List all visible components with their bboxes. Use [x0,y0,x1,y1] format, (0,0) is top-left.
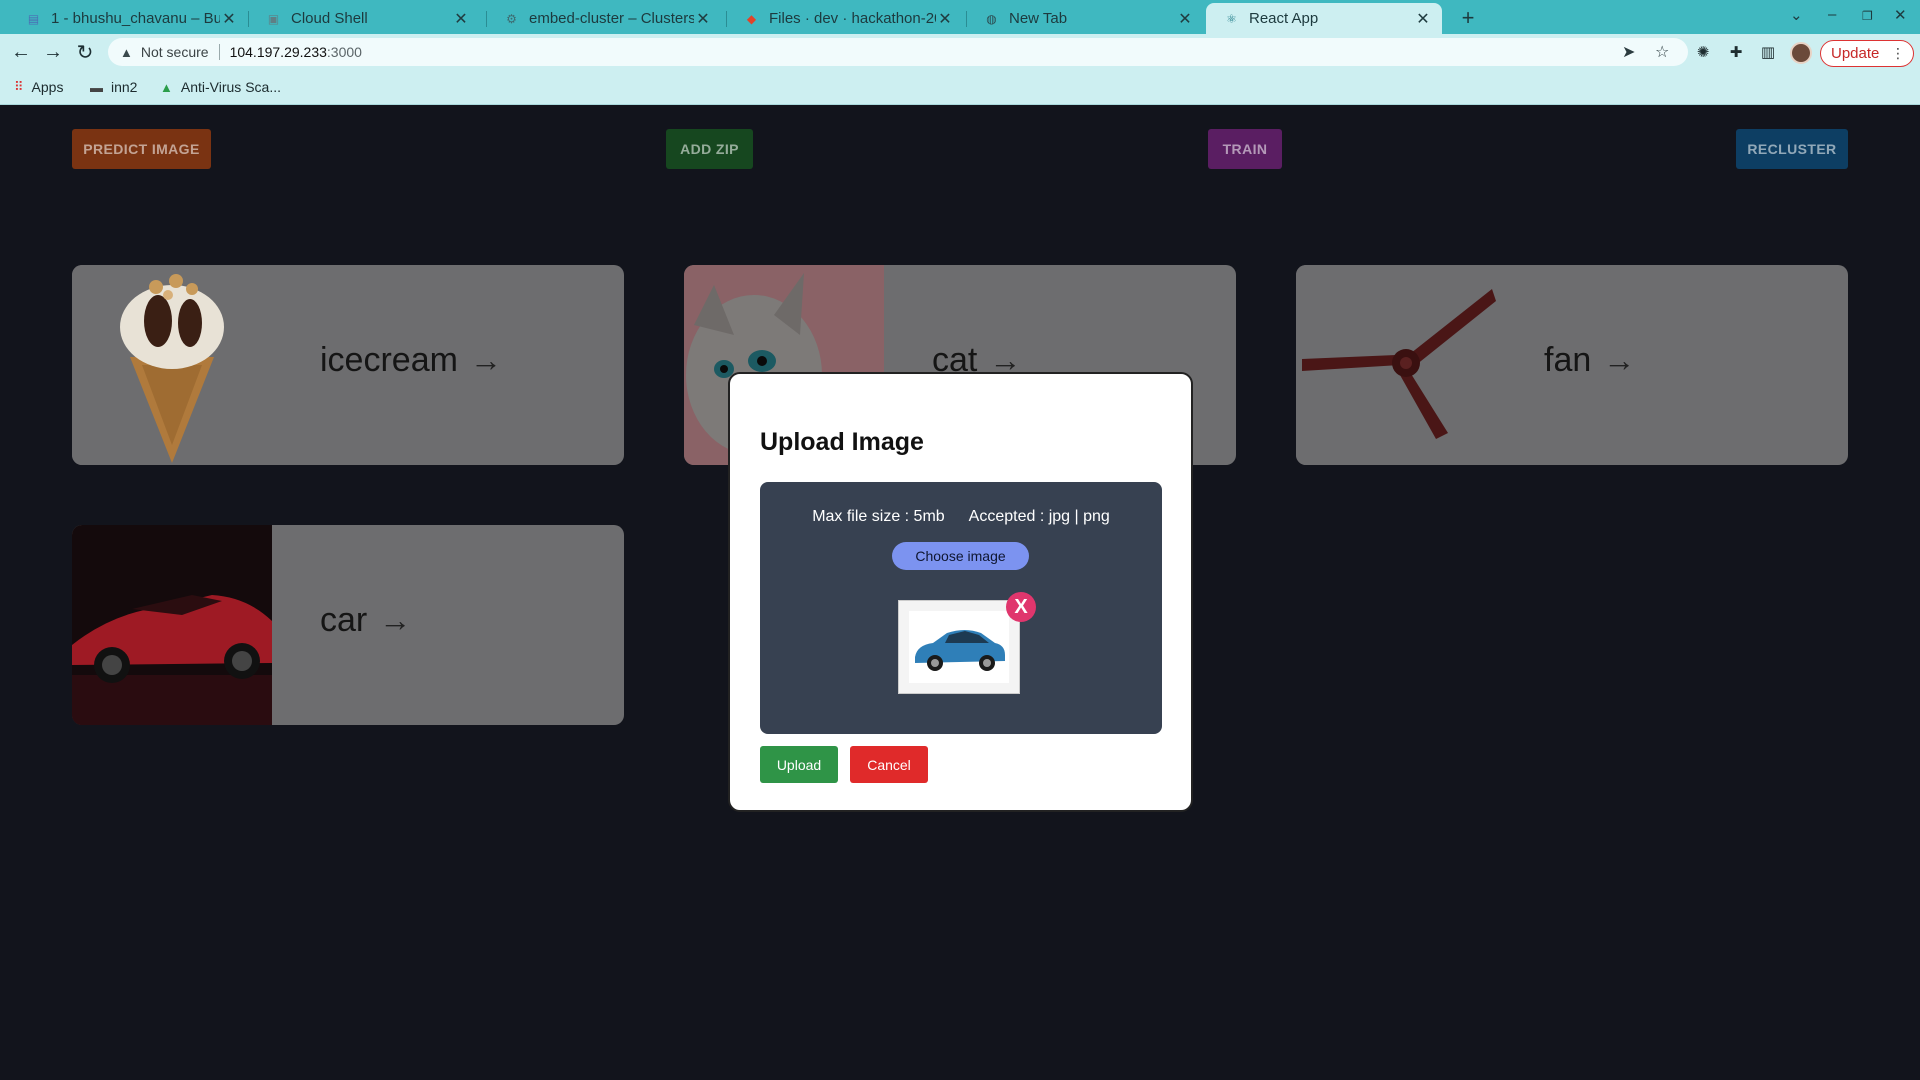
react-icon: ⚛ [1226,11,1237,26]
tab-cloud-shell[interactable]: ▣ Cloud Shell ✕ [248,3,480,34]
address-bar[interactable]: ▲ Not secure 104.197.29.233 :3000 [108,38,1688,66]
close-icon[interactable]: ✕ [1414,9,1432,29]
cluster-card-icecream[interactable]: icecream → [72,265,624,465]
send-icon[interactable]: ➤ [1622,42,1635,62]
side-panel-icon[interactable]: ▥ [1758,42,1778,62]
tab-title: embed-cluster – Clusters [529,10,694,27]
blue-sedan-image [909,611,1009,683]
cancel-button[interactable]: Cancel [850,746,928,783]
close-icon[interactable]: ✕ [936,9,954,29]
forward-icon[interactable]: → [40,39,66,65]
add-zip-button[interactable]: ADD ZIP [666,129,753,169]
warning-icon: ▲ [120,44,133,60]
puzzle-icon[interactable]: ✚ [1726,42,1746,62]
upload-drop-zone[interactable]: Max file size : 5mb Accepted : jpg | png… [760,482,1162,734]
train-button[interactable]: TRAIN [1208,129,1282,169]
cluster-card-car[interactable]: car → [72,525,624,725]
tab-title: 1 - bhushu_chavanu – Buc [51,10,220,27]
gear-icon: ⚙ [506,11,517,26]
tab-title: React App [1249,10,1319,27]
icecream-image [72,265,272,465]
avatar[interactable] [1790,42,1812,64]
folder-icon: ▬ [90,79,103,95]
cluster-card-fan[interactable]: fan → [1296,265,1848,465]
choose-image-button[interactable]: Choose image [892,542,1029,570]
image-preview [898,600,1020,694]
apps-grid-icon: ⠿ [14,79,24,94]
tab-title: Cloud Shell [291,10,368,27]
bookmark-antivirus[interactable]: ▲ Anti-Virus Sca... [160,79,281,95]
arrow-right-icon: → [379,602,412,638]
tab-embed-cluster[interactable]: ⚙ embed-cluster – Clusters ✕ [486,3,722,34]
url-host: 104.197.29.233 [229,44,327,60]
cluster-name: icecream [320,341,458,379]
recluster-button[interactable]: RECLUSTER [1736,129,1848,169]
bookmark-label: Anti-Virus Sca... [180,79,281,95]
tab-title: New Tab [1009,10,1068,27]
bookmarks-bar: ⠿ Apps ▬ inn2 ▲ Anti-Virus Sca... [0,71,1920,105]
upload-image-modal: Upload Image Max file size : 5mb Accepte… [728,372,1193,812]
security-status: Not secure [140,44,209,60]
browser-toolbar: ← → ↻ ▲ Not secure 104.197.29.233 :3000 … [0,34,1920,71]
cloud-icon: ▣ [267,11,280,26]
bookmark-label: Apps [31,79,64,95]
close-icon[interactable]: ✕ [694,9,712,29]
upload-button[interactable]: Upload [760,746,838,783]
cluster-name: car [320,601,368,639]
tab-new-tab[interactable]: ◍ New Tab ✕ [966,3,1204,34]
cluster-label: fan → [1544,341,1635,380]
more-icon[interactable]: ⋮ [1891,45,1905,62]
bookmark-apps[interactable]: ⠿ Apps [14,79,63,95]
close-icon[interactable]: ✕ [220,9,238,29]
new-tab-button[interactable]: + [1454,4,1482,32]
globe-icon: ◍ [986,11,997,26]
close-window-icon[interactable]: ✕ [1894,6,1907,24]
tab-gitlab-files[interactable]: ◆ Files · dev · hackathon-20 ✕ [726,3,964,34]
predict-image-button[interactable]: PREDICT IMAGE [72,129,211,169]
cluster-label: icecream → [320,341,502,380]
drive-icon: ▲ [160,79,173,95]
max-file-size: Max file size : 5mb [812,508,945,525]
arrow-right-icon: → [469,342,502,378]
browser-tab-bar: ▤ 1 - bhushu_chavanu – Buc ✕ ▣ Cloud She… [0,0,1920,34]
arrow-right-icon: → [1603,342,1636,378]
back-icon[interactable]: ← [8,39,34,65]
reload-icon[interactable]: ↻ [72,39,98,65]
upload-constraints: Max file size : 5mb Accepted : jpg | png [760,508,1162,526]
url-port: :3000 [326,44,362,60]
doc-icon: ▤ [27,11,40,26]
close-icon[interactable]: ✕ [452,9,470,29]
bookmark-inn2[interactable]: ▬ inn2 [90,79,137,95]
gitlab-icon: ◆ [746,11,757,26]
close-icon[interactable]: ✕ [1176,9,1194,29]
tab-react-app[interactable]: ⚛ React App ✕ [1206,3,1442,34]
accepted-formats: Accepted : jpg | png [968,508,1110,525]
restore-icon[interactable]: ❐ [1862,9,1873,23]
modal-title: Upload Image [760,428,924,456]
update-label: Update [1831,45,1880,62]
update-button[interactable]: Update ⋮ [1820,40,1914,67]
cluster-name: fan [1544,341,1592,379]
bookmark-label: inn2 [111,79,138,95]
star-icon[interactable]: ☆ [1655,42,1669,62]
ceiling-fan-image [1296,265,1496,465]
remove-image-button[interactable]: X [1006,592,1036,622]
tab-title: Files · dev · hackathon-20 [769,10,936,27]
tab-bucket[interactable]: ▤ 1 - bhushu_chavanu – Buc ✕ [8,3,248,34]
minimize-icon[interactable]: – [1828,6,1836,23]
cluster-label: car → [320,601,411,640]
red-sports-car-image [72,525,272,725]
tab-search-icon[interactable]: ⌄ [1790,6,1803,24]
extension-icon[interactable]: ✺ [1693,42,1713,62]
